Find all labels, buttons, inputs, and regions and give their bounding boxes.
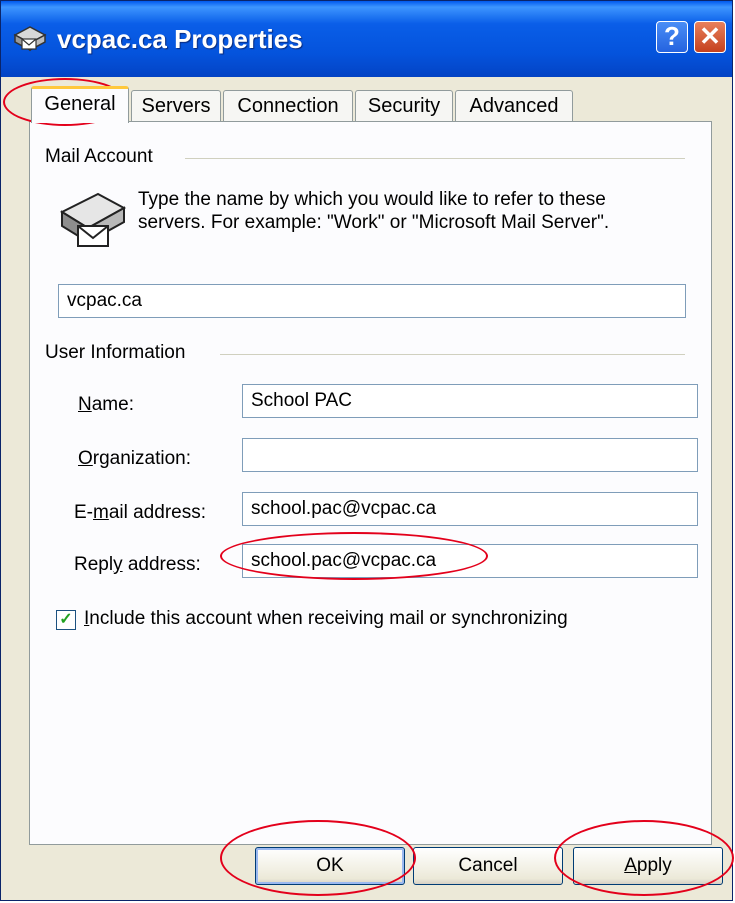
reply-label-prefix: Repl <box>74 554 114 575</box>
ok-button[interactable]: OK <box>255 847 405 885</box>
mail-account-icon <box>13 26 47 52</box>
general-tab-panel: Mail Account Type the name by which you … <box>29 121 712 845</box>
reply-address-input[interactable]: school.pac@vcpac.ca <box>242 544 698 578</box>
tab-security[interactable]: Security <box>355 90 453 122</box>
email-address-label: E-mail address: <box>74 502 206 524</box>
tab-general[interactable]: General <box>31 86 129 123</box>
close-button[interactable]: ✕ <box>694 21 726 53</box>
apply-button[interactable]: Apply <box>573 847 723 885</box>
email-label-access-key: m <box>93 502 109 523</box>
organization-input[interactable] <box>242 438 698 472</box>
help-button[interactable]: ? <box>656 21 688 53</box>
apply-access-key: A <box>624 855 637 876</box>
mail-account-description: Type the name by which you would like to… <box>138 189 610 233</box>
name-input[interactable]: School PAC <box>242 384 698 418</box>
tab-advanced[interactable]: Advanced <box>455 90 573 122</box>
tab-connection[interactable]: Connection <box>223 90 353 122</box>
dialog-client-area: General Servers Connection Security Adva… <box>7 77 726 894</box>
include-account-checkbox[interactable]: ✓ <box>56 610 76 630</box>
name-label: Name: <box>78 394 134 416</box>
include-label-text: nclude this account when receiving mail … <box>89 608 568 629</box>
account-name-input[interactable]: vcpac.ca <box>58 284 686 318</box>
mail-account-group-label: Mail Account <box>45 146 161 168</box>
email-label-text: ail address: <box>108 502 206 523</box>
mail-server-icon <box>59 192 127 247</box>
include-account-label[interactable]: Include this account when receiving mail… <box>84 608 568 630</box>
email-address-input[interactable]: school.pac@vcpac.ca <box>242 492 698 526</box>
organization-label-text: rganization: <box>92 448 192 469</box>
name-label-access-key: N <box>78 394 92 415</box>
mail-account-divider <box>185 158 685 159</box>
reply-label-text: address: <box>122 554 201 575</box>
cancel-button[interactable]: Cancel <box>413 847 563 885</box>
organization-label-access-key: O <box>78 448 93 469</box>
reply-address-label: Reply address: <box>74 554 201 576</box>
user-information-divider <box>220 354 685 355</box>
window-title: vcpac.ca Properties <box>57 24 303 54</box>
email-label-prefix: E- <box>74 502 93 523</box>
reply-label-access-key: y <box>113 554 123 575</box>
name-label-text: ame: <box>91 394 134 415</box>
tab-servers[interactable]: Servers <box>131 90 221 122</box>
title-bar[interactable]: vcpac.ca Properties ? ✕ <box>1 1 732 77</box>
properties-dialog: vcpac.ca Properties ? ✕ General Servers … <box>0 0 733 901</box>
apply-label-text: pply <box>636 855 672 876</box>
organization-label: Organization: <box>78 448 191 470</box>
user-information-group-label: User Information <box>45 342 194 364</box>
